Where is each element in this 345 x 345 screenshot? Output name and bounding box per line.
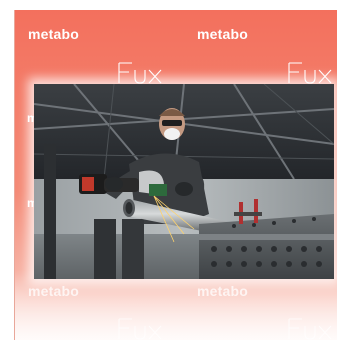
metabo-logo: metabo	[197, 283, 248, 299]
fux-mark-icon	[118, 318, 162, 340]
metabo-logo: metabo	[28, 26, 79, 42]
metabo-logo: metabo	[197, 26, 248, 42]
fux-mark-icon	[288, 62, 332, 84]
worker-grinding-pipe-image	[34, 84, 334, 279]
fux-mark-icon	[118, 62, 162, 84]
metabo-logo: metabo	[28, 283, 79, 299]
fux-mark-icon	[288, 318, 332, 340]
page: metabo metabo m m metabo metabo	[0, 0, 345, 345]
workshop-photo	[34, 84, 334, 279]
